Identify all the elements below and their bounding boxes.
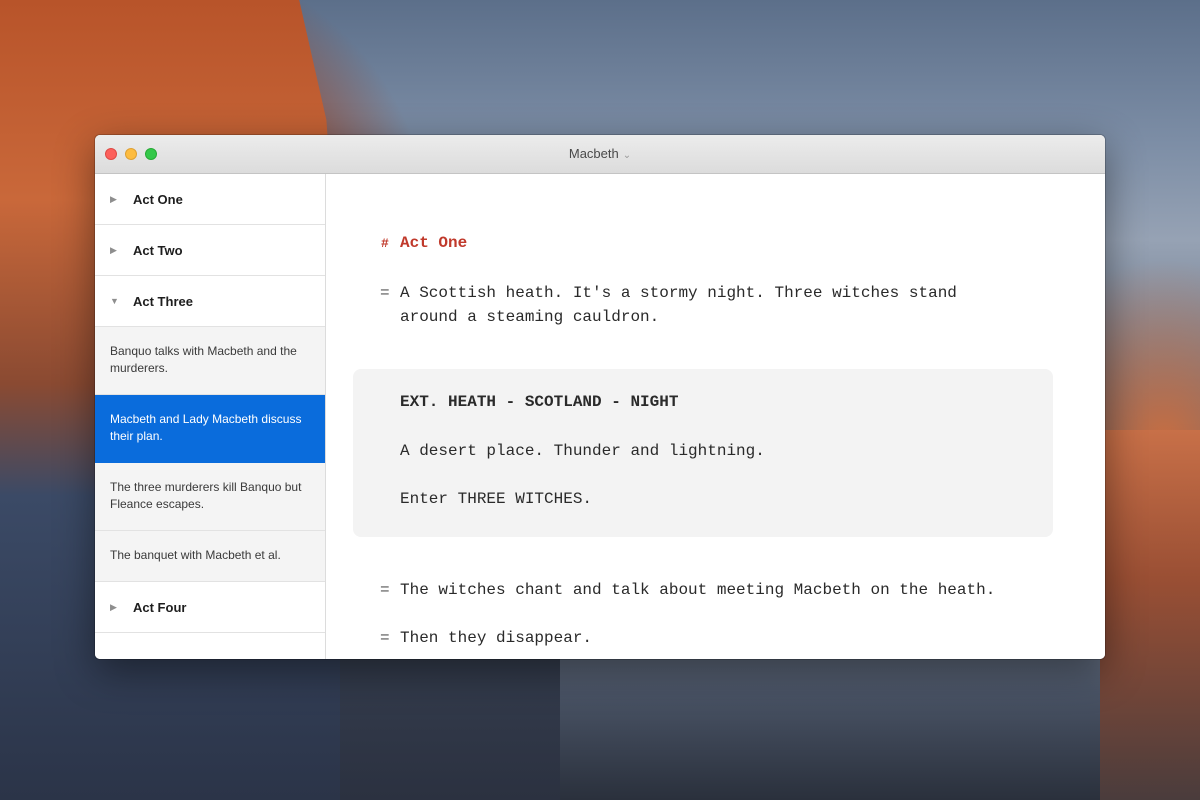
scene-item[interactable]: The banquet with Macbeth et al. <box>95 531 325 582</box>
act-label: Act Two <box>133 242 183 258</box>
scene-item-selected[interactable]: Macbeth and Lady Macbeth discuss their p… <box>95 395 325 463</box>
scene-item[interactable]: The three murderers kill Banquo but Flea… <box>95 463 325 531</box>
act-label: Act Four <box>133 599 187 615</box>
synopsis-line[interactable]: A Scottish heath. It's a stormy night. T… <box>400 284 957 302</box>
synopsis-line[interactable]: around a steaming cauldron. <box>400 308 659 326</box>
scene-heading[interactable]: EXT. HEATH - SCOTLAND - NIGHT <box>400 393 678 411</box>
action-line[interactable]: Enter THREE WITCHES. <box>400 490 592 508</box>
disclosure-triangle-icon[interactable]: ▶ <box>110 602 117 613</box>
wallpaper-ridge <box>1100 430 1200 800</box>
synopsis-marker: = <box>380 581 390 599</box>
act-label: Act Three <box>133 293 193 309</box>
section-heading[interactable]: Act One <box>400 234 467 252</box>
sidebar-act-four[interactable]: ▶ Act Four <box>95 582 325 633</box>
outline-sidebar: ▶ Act One ▶ Act Two ▼ Act Three Banquo t… <box>95 174 326 659</box>
script-editor[interactable]: # Act One = A Scottish heath. It's a sto… <box>326 174 1105 659</box>
disclosure-triangle-icon[interactable]: ▶ <box>110 194 117 205</box>
sidebar-act-two[interactable]: ▶ Act Two <box>95 225 325 276</box>
scene-text: The banquet with Macbeth et al. <box>110 548 281 562</box>
disclosure-triangle-expanded-icon[interactable]: ▼ <box>110 296 119 306</box>
synopsis-marker: = <box>380 284 390 302</box>
sidebar-act-one[interactable]: ▶ Act One <box>95 174 325 225</box>
scene-text: The three murderers kill Banquo but Flea… <box>110 480 302 511</box>
title-bar[interactable]: Macbeth ⌄ <box>95 135 1105 174</box>
act-label: Act One <box>133 191 183 207</box>
scene-text: Macbeth and Lady Macbeth discuss their p… <box>110 412 302 443</box>
synopsis-line[interactable]: Then they disappear. <box>400 629 592 647</box>
app-window: Macbeth ⌄ ▶ Act One ▶ Act Two ▼ Act Three… <box>95 135 1105 659</box>
scene-text: Banquo talks with Macbeth and the murder… <box>110 344 297 375</box>
sidebar-act-three[interactable]: ▼ Act Three <box>95 276 325 327</box>
disclosure-triangle-icon[interactable]: ▶ <box>110 245 117 256</box>
heading-marker: # <box>381 236 389 251</box>
chevron-down-icon[interactable]: ⌄ <box>623 150 631 161</box>
window-title-text: Macbeth <box>568 146 619 161</box>
window-title[interactable]: Macbeth ⌄ <box>95 135 1105 173</box>
synopsis-marker: = <box>380 629 390 647</box>
synopsis-line[interactable]: The witches chant and talk about meeting… <box>400 581 995 599</box>
action-line[interactable]: A desert place. Thunder and lightning. <box>400 442 765 460</box>
scene-item[interactable]: Banquo talks with Macbeth and the murder… <box>95 327 325 395</box>
